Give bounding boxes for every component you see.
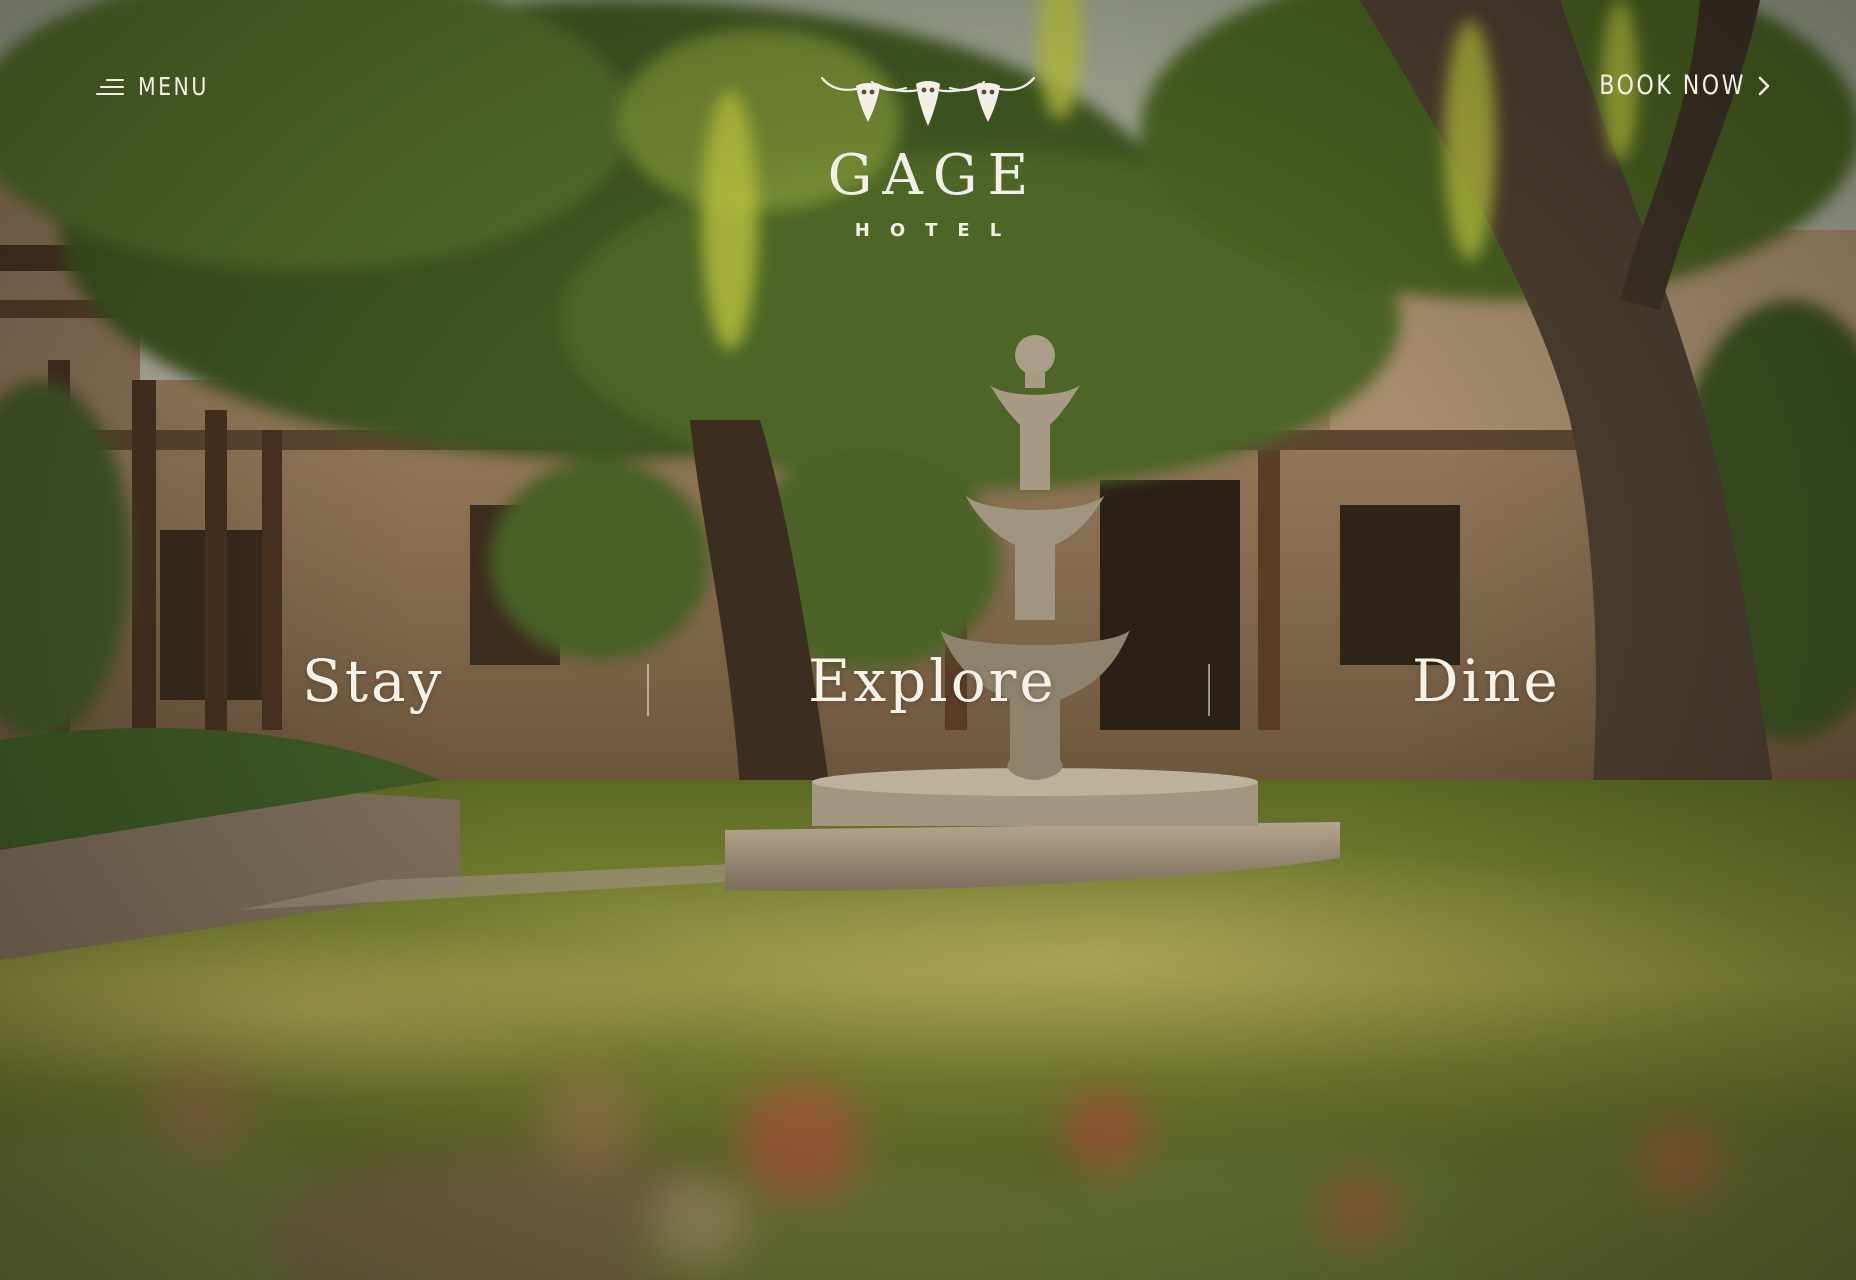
book-now-button[interactable]: BOOK NOW <box>1567 70 1772 101</box>
nav-link-explore[interactable]: Explore <box>808 652 1057 710</box>
nav-divider <box>1208 664 1210 716</box>
nav-link-dine[interactable]: Dine <box>1412 652 1561 710</box>
hotel-logo[interactable]: GAGE HOTEL <box>778 70 1078 250</box>
logo-name: GAGE <box>827 143 1039 208</box>
nav-divider <box>647 664 649 716</box>
menu-button[interactable]: MENU <box>96 72 224 101</box>
longhorn-skulls-icon <box>820 76 1036 126</box>
menu-label: MENU <box>138 72 209 101</box>
nav-link-stay[interactable]: Stay <box>302 652 444 710</box>
book-now-label: BOOK NOW <box>1599 70 1746 101</box>
chevron-right-icon <box>1758 76 1770 95</box>
hamburger-icon <box>96 76 124 98</box>
hero-section: MENU GAGE HOTEL BOOK NOW Stay Explore Di… <box>0 0 1856 1280</box>
logo-subtitle: HOTEL <box>854 220 1022 241</box>
